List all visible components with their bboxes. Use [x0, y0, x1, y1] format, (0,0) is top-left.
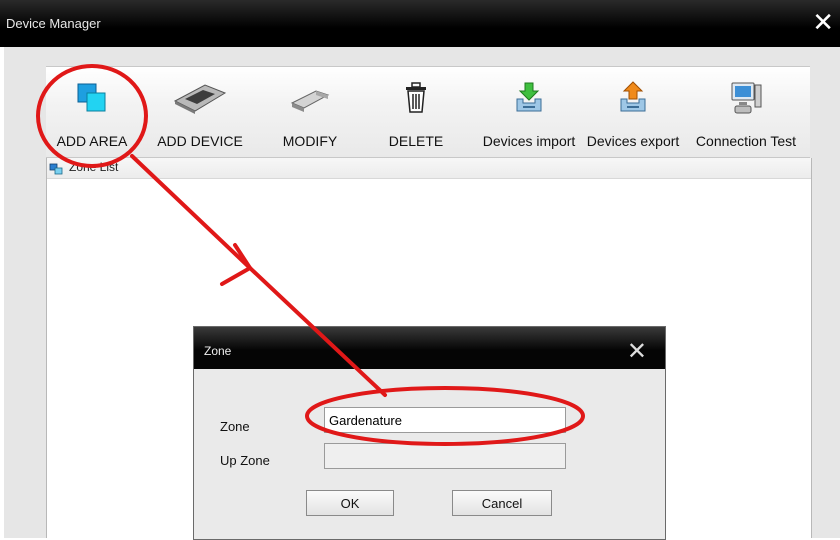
add-area-icon [75, 81, 109, 119]
cancel-button[interactable]: Cancel [452, 490, 552, 516]
dialog-title: Zone [204, 344, 232, 358]
window-title: Device Manager [6, 16, 101, 31]
connection-test-icon [729, 81, 763, 119]
devices-export-button[interactable]: Devices export [583, 67, 683, 157]
add-area-label: ADD AREA [56, 133, 128, 149]
zone-input[interactable] [324, 407, 566, 433]
export-icon [618, 81, 648, 119]
devices-import-label: Devices import [482, 133, 576, 149]
add-area-button[interactable]: ADD AREA [46, 67, 138, 157]
add-device-button[interactable]: ADD DEVICE [150, 67, 250, 157]
import-icon [514, 81, 544, 119]
zone-dialog: Zone ✕ Zone Up Zone OK Cancel [193, 326, 666, 540]
zone-list-label: Zone List [69, 160, 119, 174]
trash-icon [403, 81, 429, 119]
devices-import-button[interactable]: Devices import [476, 67, 582, 157]
dialog-close-icon[interactable]: ✕ [627, 339, 647, 363]
modify-label: MODIFY [282, 133, 338, 149]
add-device-label: ADD DEVICE [157, 133, 243, 149]
connection-test-button[interactable]: Connection Test [683, 67, 809, 157]
modify-button[interactable]: MODIFY [268, 67, 352, 157]
ok-button[interactable]: OK [306, 490, 394, 516]
connection-test-label: Connection Test [695, 133, 797, 149]
up-zone-label: Up Zone [220, 453, 270, 468]
zone-label: Zone [220, 419, 250, 434]
window-close-icon[interactable]: ✕ [812, 10, 834, 36]
up-zone-input[interactable] [324, 443, 566, 469]
delete-button[interactable]: DELETE [378, 67, 454, 157]
dialog-title-bar: Zone ✕ [194, 327, 665, 369]
zone-list-header[interactable]: Zone List [47, 158, 811, 179]
modify-icon [286, 81, 334, 119]
toolbar: ADD AREA ADD DEVICE MODIFY DELETE Device… [46, 66, 810, 158]
zone-tree-icon [49, 161, 65, 180]
devices-export-label: Devices export [586, 133, 680, 149]
window-title-bar: Device Manager ✕ [0, 0, 840, 47]
add-device-icon [171, 81, 229, 119]
delete-label: DELETE [388, 133, 444, 149]
